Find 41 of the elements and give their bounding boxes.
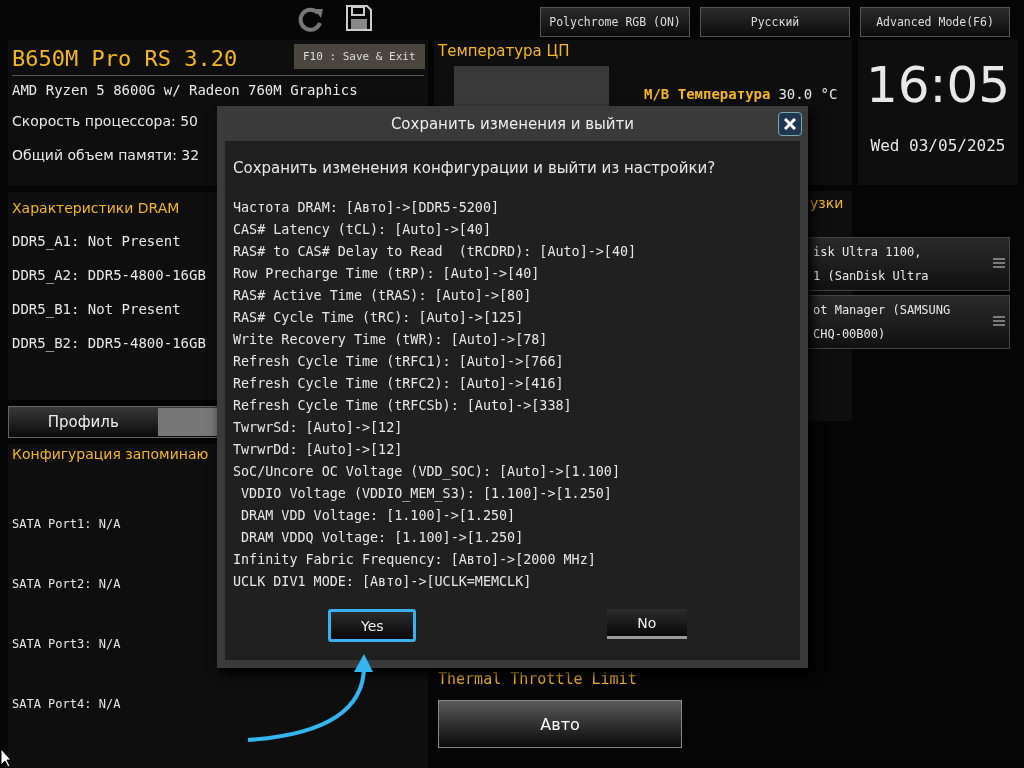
sata-port: SATA Port2: N/A [12,576,121,593]
mb-temp-value: 30.0 °C [778,86,838,102]
section-title: Thermal Throttle Limit [438,670,638,688]
dram-slot: DDR5_B1: Not Present [12,292,181,326]
change-line: RAS# to CAS# Delay to Read (tRCDRD): [Auto]->[40] [233,243,638,261]
change-line: Частота DRAM: [Авто]->[DDR5-5200] [233,199,501,217]
mb-temp-label: M/B Температура [644,86,771,102]
clock-time: 16:05 [864,55,1012,114]
change-line: DRAM VDDQ Voltage: [1.100]->[1.250] [240,529,525,547]
dram-slot: DDR5_A1: Not Present [12,224,181,258]
change-line: Refresh Cycle Time (tRFC1): [Auto]->[766] [233,353,565,371]
change-line: Refresh Cycle Time (tRFC2): [Auto]->[416] [233,375,565,393]
sata-port: SATA Port4: N/A [12,696,121,713]
sata-port: SATA Port1: N/A [12,516,121,533]
tooltip: F10 : Save & Exit [294,44,425,69]
clock-date: Wed 03/05/2025 [869,136,1007,155]
dialog-title: Сохранить изменения и выйти [390,114,635,133]
change-line: VDDIO Voltage (VDDIO_MEM_S3): [1.100]->[1.250] [240,485,613,504]
change-line: RAS# Cycle Time (tRC): [Auto]->[125] [233,309,525,327]
sata-port: SATA Port3: N/A [12,636,121,653]
change-line: UCLK DIV1 MODE: [Авто]->[UCLK=MEMCLK] [233,573,533,591]
change-line: Refresh Cycle Time (tRFCSb): [Auto]->[338] [233,397,573,415]
system-info: Скорость процессора: 50 [12,112,198,131]
change-line: TwrwrSd: [Auto]->[12] [233,419,404,437]
dram-slot: DDR5_A2: DDR5-4800-16GB [12,258,206,292]
dram-slot: DDR5_B2: DDR5-4800-16GB [12,326,206,360]
section-title: Конфигурация запоминаю [12,446,209,462]
change-line: SoC/Uncore OC Voltage (VDD_SOC): [Auto]->[1.100] [233,463,621,482]
dialog-question: Сохранить изменения конфигурации и выйти из настройки? [233,159,717,177]
change-line: RAS# Active Time (tRAS): [Auto]->[80] [233,287,533,305]
change-line: DRAM VDD Voltage: [1.100]->[1.250] [240,507,517,525]
system-info: Общий объем памяти: 32 [12,146,200,165]
change-line: CAS# Latency (tCL): [Auto]->[40] [233,221,492,239]
section-title: Характеристики DRAM [12,200,180,216]
change-line: Row Precharge Time (tRP): [Auto]->[40] [233,265,541,283]
change-line: TwrwrDd: [Auto]->[12] [233,441,404,459]
change-line: Write Recovery Time (tWR): [Auto]->[78] [233,331,549,349]
change-line: Infinity Fabric Frequency: [Авто]->[2000 MHz] [233,551,597,569]
system-info: AMD Ryzen 5 8600G w/ Radeon 760M Graphics [12,81,358,100]
section-title: Температура ЦП [438,42,570,60]
section-title: узки [810,195,844,211]
